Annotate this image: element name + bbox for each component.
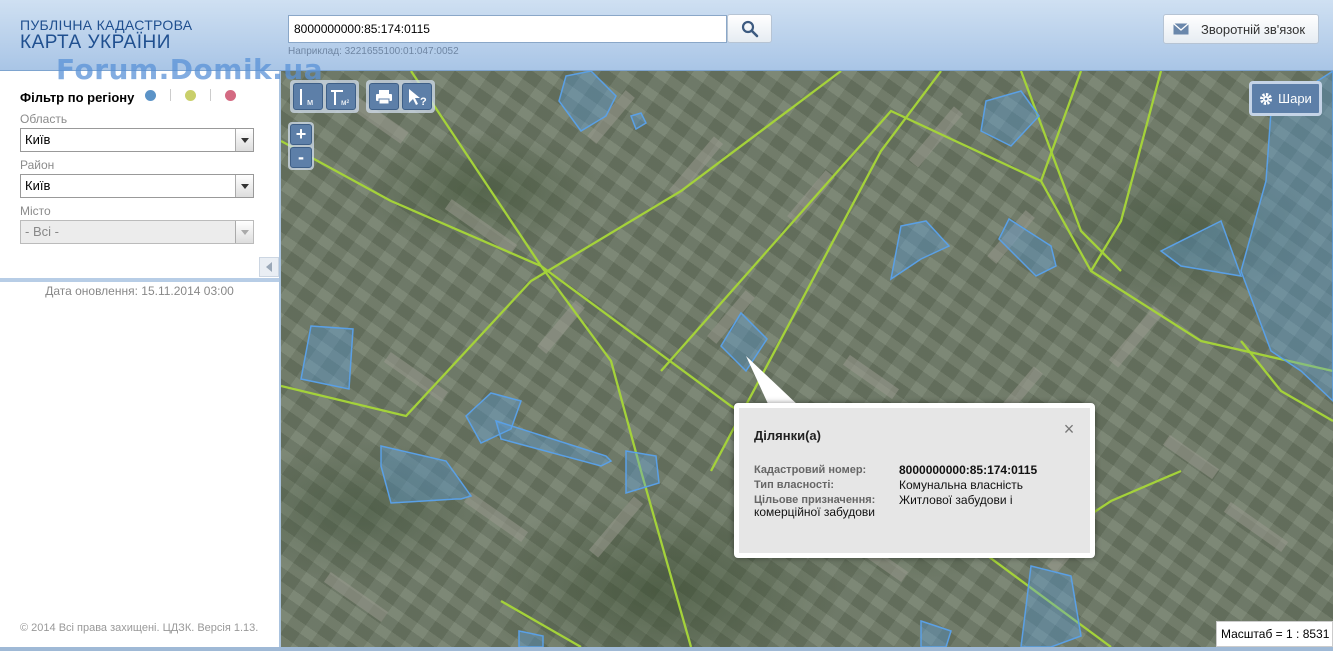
chevron-down-icon <box>235 129 253 151</box>
search-icon <box>741 20 758 37</box>
dot-separator <box>170 89 171 101</box>
filter-title: Фільтр по регіону <box>20 90 135 105</box>
ruler-icon: м <box>300 88 313 107</box>
measure-area-sub: м² <box>341 98 350 107</box>
map-canvas[interactable]: м м² ? + - Шари Ділянки(а) × Кадастровий… <box>281 71 1333 647</box>
region-dot-blue[interactable] <box>145 90 156 101</box>
raion-label: Район <box>20 158 55 172</box>
raion-select[interactable]: Київ <box>20 174 254 198</box>
feedback-label: Зворотній зв'язок <box>1201 21 1306 37</box>
search-button[interactable] <box>727 14 772 43</box>
print-button[interactable] <box>369 83 399 110</box>
zoom-in-button[interactable]: + <box>290 124 312 145</box>
region-dot-red[interactable] <box>225 90 236 101</box>
oblast-label: Область <box>20 112 68 126</box>
printer-icon <box>376 89 392 104</box>
zoom-out-button[interactable]: - <box>290 147 312 168</box>
logo-line1: ПУБЛІЧНА КАДАСТРОВА <box>20 17 193 33</box>
close-icon[interactable]: × <box>1060 420 1078 438</box>
cadastral-value: 8000000000:85:174:0115 <box>899 463 1038 477</box>
collapse-sidebar-button[interactable] <box>259 257 279 277</box>
city-select: - Всі - <box>20 220 254 244</box>
city-value: - Всі - <box>25 224 59 239</box>
purpose-value-continued: комерційної забудови <box>754 505 876 519</box>
region-dot-yellow[interactable] <box>185 90 196 101</box>
measure-length-sub: м <box>307 97 313 107</box>
scale-indicator: Масштаб = 1 : 8531 <box>1216 621 1333 647</box>
measure-area-button[interactable]: м² <box>326 83 356 110</box>
logo-line2: КАРТА УКРАЇНИ <box>20 32 171 53</box>
ownership-label: Тип власності: <box>754 479 835 491</box>
tools-toolbar: ? <box>366 80 435 113</box>
city-label: Місто <box>20 204 51 218</box>
area-icon: м² <box>331 89 350 107</box>
parcels <box>300 71 1333 647</box>
purpose-value: Житлової забудови і <box>899 493 1013 507</box>
parcel-info-popup: Ділянки(а) × Кадастровий номер: 80000000… <box>734 403 1095 558</box>
pointer-question-icon: ? <box>409 88 427 106</box>
update-date: Дата оновлення: 15.11.2014 03:00 <box>45 284 234 298</box>
measure-length-button[interactable]: м <box>293 83 323 110</box>
oblast-value: Київ <box>25 132 51 147</box>
svg-text:?: ? <box>420 96 427 106</box>
feedback-button[interactable]: Зворотній зв'язок <box>1163 14 1319 44</box>
sidebar-divider <box>0 278 279 282</box>
chevron-down-icon <box>235 175 253 197</box>
envelope-icon <box>1173 23 1189 35</box>
logo[interactable]: ПУБЛІЧНА КАДАСТРОВА КАРТА УКРАЇНИ <box>20 17 192 53</box>
cadastral-label: Кадастровий номер: <box>754 464 867 476</box>
identify-button[interactable]: ? <box>402 83 432 110</box>
layers-button[interactable]: Шари <box>1249 81 1322 116</box>
search-input[interactable] <box>288 15 727 43</box>
ownership-value: Комунальна власність <box>899 478 1024 492</box>
map-overlay <box>281 71 1333 647</box>
bottom-strip <box>0 647 1333 651</box>
raion-value: Київ <box>25 178 51 193</box>
dot-separator <box>210 89 211 101</box>
popup-title: Ділянки(а) <box>754 428 821 443</box>
chevron-down-icon <box>235 221 253 243</box>
oblast-select[interactable]: Київ <box>20 128 254 152</box>
road-lines <box>281 71 1333 647</box>
copyright: © 2014 Всі права захищені. ЦДЗК. Версія … <box>20 622 259 634</box>
gear-icon <box>1260 92 1273 105</box>
watermark: Forum.Domik.ua <box>56 53 324 86</box>
sidebar: Фільтр по регіону Область Київ Район Киї… <box>0 71 281 651</box>
zoom-controls: + - <box>288 122 314 170</box>
layers-label: Шари <box>1278 91 1312 106</box>
